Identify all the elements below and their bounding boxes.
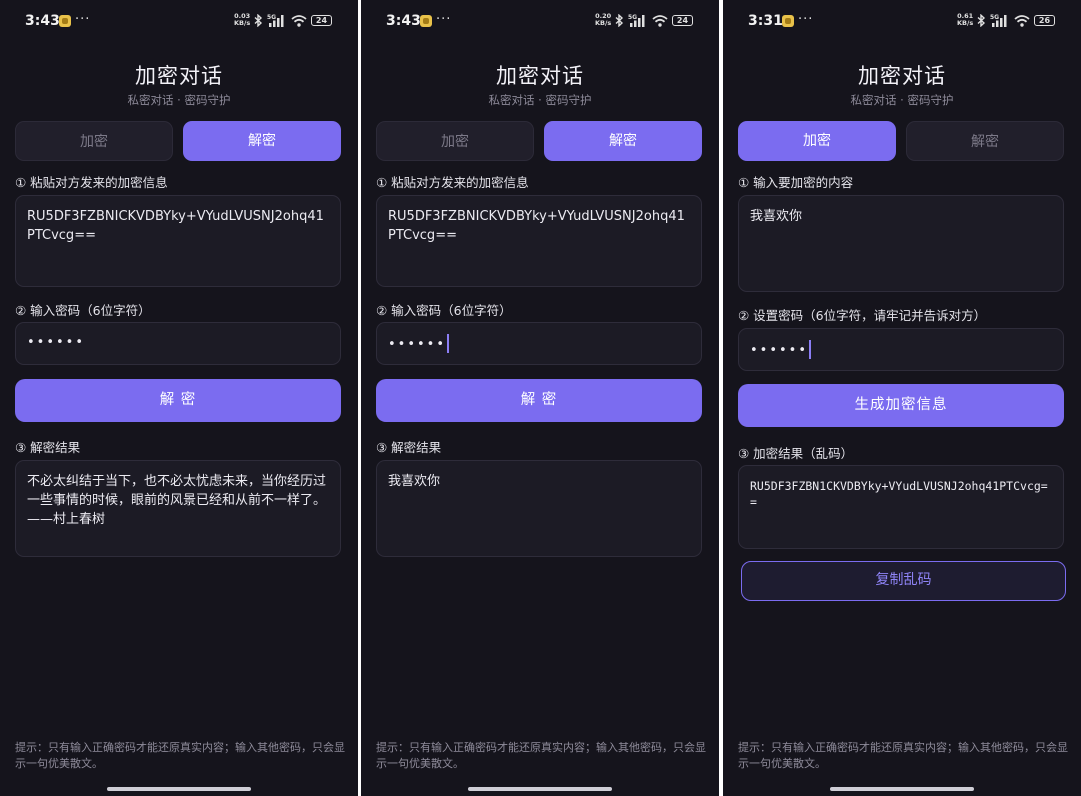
result-text: 不必太纠结于当下，也不必太忧虑未来，当你经历过一些事情的时候，眼前的风景已经和从…: [27, 474, 327, 527]
text-cursor: [447, 334, 450, 353]
page-title: 加密对话: [858, 64, 946, 88]
status-time: 3:43: [25, 13, 60, 29]
tab-decrypt[interactable]: 解密: [906, 121, 1064, 161]
page-subtitle: 私密对话 · 密码守护: [127, 93, 231, 107]
password-mask-wrap: ••••••: [388, 334, 450, 354]
wifi-icon: [652, 15, 668, 27]
password-mask: ••••••: [750, 343, 809, 358]
cellular-signal-icon: 5G: [267, 14, 284, 27]
result-text: 我喜欢你: [388, 474, 441, 489]
result-output: 我喜欢你: [376, 460, 702, 557]
result-label: ③ 解密结果: [15, 440, 81, 455]
password-input[interactable]: ••••••: [738, 328, 1064, 371]
cellular-signal-icon: 5G: [990, 14, 1007, 27]
page-subtitle: 私密对话 · 密码守护: [488, 93, 592, 107]
home-indicator[interactable]: [468, 787, 612, 791]
cipher-label: ① 粘贴对方发来的加密信息: [15, 175, 168, 190]
status-time: 3:31: [748, 13, 783, 29]
more-notifications-icon: ···: [436, 12, 452, 27]
tip-text: 提示：只有输入正确密码才能还原真实内容；输入其他密码，只会显示一句优美散文。: [738, 741, 1068, 770]
password-input[interactable]: ••••••: [15, 322, 341, 365]
svg-text:5G: 5G: [267, 14, 276, 21]
battery-icon: 24: [311, 15, 332, 26]
home-indicator[interactable]: [830, 787, 974, 791]
tab-decrypt[interactable]: 解密: [183, 121, 341, 161]
tip-text: 提示：只有输入正确密码才能还原真实内容；输入其他密码，只会显示一句优美散文。: [376, 741, 706, 770]
page-title: 加密对话: [135, 64, 223, 88]
tip-text: 提示：只有输入正确密码才能还原真实内容；输入其他密码，只会显示一句优美散文。: [15, 741, 345, 770]
svg-text:5G: 5G: [990, 14, 999, 21]
decrypt-screen-poetry: 3:43 ··· 0.03 KB/s 5G 24 加密对话 私密对话 · 密码守护…: [0, 0, 358, 796]
status-bar: 3:31 ··· 0.61 KB/s 5G 26: [723, 12, 1081, 32]
tab-encrypt[interactable]: 加密: [15, 121, 173, 161]
network-speed: 0.20 KB/s: [595, 12, 612, 27]
cipher-output-text: RU5DF3FZBN1CKVDBYky+VYudLVUSNJ2ohq41PTCv…: [750, 479, 1048, 509]
cipher-input-text: RU5DF3FZBNICKVDBYky+VYudLVUSNJ2ohq41PTCv…: [27, 209, 324, 243]
result-output: 不必太纠结于当下，也不必太忧虑未来，当你经历过一些事情的时候，眼前的风景已经和从…: [15, 460, 341, 557]
bluetooth-icon: [254, 14, 263, 27]
decrypt-button[interactable]: 解 密: [376, 379, 702, 422]
result-label: ③ 加密结果（乱码）: [738, 446, 854, 461]
status-bar: 3:43 ··· 0.03 KB/s 5G 24: [0, 12, 358, 32]
password-mask: ••••••: [388, 337, 447, 352]
status-time: 3:43: [386, 13, 421, 29]
notification-app-icon: [782, 15, 794, 27]
plaintext-input[interactable]: 我喜欢你: [738, 195, 1064, 292]
password-mask: ••••••: [27, 335, 86, 350]
text-cursor: [809, 340, 812, 359]
decrypt-button[interactable]: 解 密: [15, 379, 341, 422]
more-notifications-icon: ···: [75, 12, 91, 27]
wifi-icon: [291, 15, 307, 27]
notification-app-icon: [420, 15, 432, 27]
password-label: ② 设置密码（6位字符，请牢记并告诉对方）: [738, 308, 987, 323]
decrypt-screen-message: 3:43 ··· 0.20 KB/s 5G 24 加密对话 私密对话 · 密码守护…: [361, 0, 719, 796]
copy-cipher-button[interactable]: 复制乱码: [741, 561, 1066, 601]
svg-text:5G: 5G: [628, 14, 637, 21]
cipher-output: RU5DF3FZBN1CKVDBYky+VYudLVUSNJ2ohq41PTCv…: [738, 465, 1064, 549]
plaintext-label: ① 输入要加密的内容: [738, 175, 854, 190]
cellular-signal-icon: 5G: [628, 14, 645, 27]
wifi-icon: [1014, 15, 1030, 27]
cipher-input[interactable]: RU5DF3FZBNICKVDBYky+VYudLVUSNJ2ohq41PTCv…: [15, 195, 341, 287]
network-speed: 0.03 KB/s: [234, 12, 251, 27]
bluetooth-icon: [977, 14, 986, 27]
result-label: ③ 解密结果: [376, 440, 442, 455]
plaintext-input-text: 我喜欢你: [750, 209, 803, 224]
password-input[interactable]: ••••••: [376, 322, 702, 365]
battery-icon: 26: [1034, 15, 1055, 26]
password-label: ② 输入密码（6位字符）: [15, 303, 151, 318]
tab-encrypt[interactable]: 加密: [376, 121, 534, 161]
notification-app-icon: [59, 15, 71, 27]
cipher-input[interactable]: RU5DF3FZBNICKVDBYky+VYudLVUSNJ2ohq41PTCv…: [376, 195, 702, 287]
password-label: ② 输入密码（6位字符）: [376, 303, 512, 318]
network-speed: 0.61 KB/s: [957, 12, 974, 27]
cipher-input-text: RU5DF3FZBNICKVDBYky+VYudLVUSNJ2ohq41PTCv…: [388, 209, 685, 243]
bluetooth-icon: [615, 14, 624, 27]
page-title: 加密对话: [496, 64, 584, 88]
page-subtitle: 私密对话 · 密码守护: [850, 93, 954, 107]
password-mask-wrap: ••••••: [750, 340, 812, 360]
home-indicator[interactable]: [107, 787, 251, 791]
encrypt-screen: 3:31 ··· 0.61 KB/s 5G 26 加密对话 私密对话 · 密码守护…: [723, 0, 1081, 796]
status-bar: 3:43 ··· 0.20 KB/s 5G 24: [361, 12, 719, 32]
cipher-label: ① 粘贴对方发来的加密信息: [376, 175, 529, 190]
more-notifications-icon: ···: [798, 12, 814, 27]
battery-icon: 24: [672, 15, 693, 26]
generate-cipher-button[interactable]: 生成加密信息: [738, 384, 1064, 427]
tab-decrypt[interactable]: 解密: [544, 121, 702, 161]
tab-encrypt[interactable]: 加密: [738, 121, 896, 161]
